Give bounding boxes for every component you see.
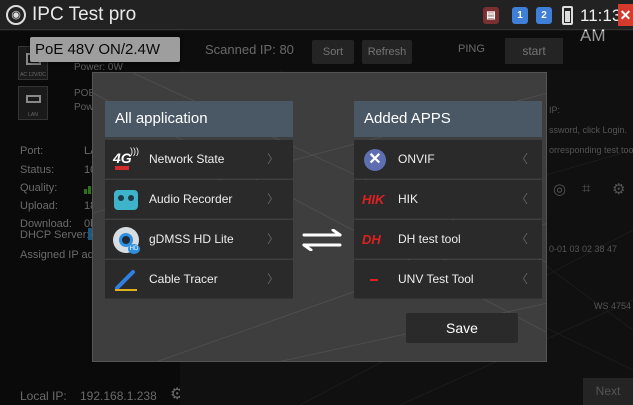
all-application-title: All application [105, 101, 293, 137]
chevron-left-icon: 〈 [515, 192, 528, 206]
unv-icon [362, 267, 388, 293]
chevron-right-icon: 〉 [266, 232, 279, 246]
all-app-item-gdmss[interactable]: HD gDMSS HD Lite 〉 [105, 220, 293, 259]
added-app-item-onvif[interactable]: ✕ ONVIF 〈 [354, 140, 542, 179]
added-app-item-unv[interactable]: UNV Test Tool 〈 [354, 260, 542, 299]
added-app-item-dh[interactable]: DH DH test tool 〈 [354, 220, 542, 259]
all-app-item-cable-tracer[interactable]: Cable Tracer 〉 [105, 260, 293, 299]
added-app-label: UNV Test Tool [398, 272, 474, 286]
close-icon[interactable]: ✕ [618, 4, 633, 26]
app-manager-dialog: All application 4G ))) Network State 〉 A… [92, 72, 547, 362]
dh-icon: DH [362, 232, 381, 247]
all-app-label: Audio Recorder [149, 192, 233, 206]
gdmss-camera-icon: HD [113, 227, 140, 254]
cable-tracer-icon [113, 267, 139, 293]
blue-square-2-icon[interactable]: 2 [536, 7, 552, 24]
onvif-icon: ✕ [362, 147, 388, 173]
chevron-right-icon: 〉 [266, 272, 279, 286]
added-app-item-hik[interactable]: HIK HIK 〈 [354, 180, 542, 219]
all-app-item-network-state[interactable]: 4G ))) Network State 〉 [105, 140, 293, 179]
4g-network-icon: 4G ))) [113, 146, 139, 173]
chevron-left-icon: 〈 [515, 152, 528, 166]
status-bar: ◉ IPC Test pro ▤ 1 2 11:13 AM ✕ [0, 0, 633, 45]
chevron-left-icon: 〈 [515, 272, 528, 286]
blue-square-1-icon[interactable]: 1 [512, 7, 528, 24]
transfer-arrows-icon[interactable] [300, 228, 344, 252]
audio-recorder-icon [113, 187, 139, 213]
app-title: IPC Test pro [32, 4, 137, 25]
added-app-label: DH test tool [398, 232, 461, 246]
added-app-label: ONVIF [398, 152, 435, 166]
battery-icon [562, 6, 573, 25]
all-app-label: gDMSS HD Lite [149, 232, 234, 246]
all-app-label: Network State [149, 152, 225, 166]
screen: ◉ IPC Test pro ▤ 1 2 11:13 AM ✕ AC 12V/D… [0, 0, 633, 405]
save-button[interactable]: Save [406, 313, 518, 343]
added-app-label: HIK [398, 192, 419, 206]
chevron-right-icon: 〉 [266, 192, 279, 206]
notification-icon[interactable]: ▤ [483, 7, 499, 24]
all-app-item-audio-recorder[interactable]: Audio Recorder 〉 [105, 180, 293, 219]
all-app-label: Cable Tracer [149, 272, 218, 286]
added-apps-panel: Added APPS ✕ ONVIF 〈 HIK HIK 〈 DH DH tes… [354, 101, 542, 299]
chevron-left-icon: 〈 [515, 232, 528, 246]
hik-icon: HIK [362, 192, 385, 207]
all-application-panel: All application 4G ))) Network State 〉 A… [105, 101, 293, 299]
added-apps-title: Added APPS [354, 101, 542, 137]
chevron-right-icon: 〉 [266, 152, 279, 166]
app-logo-icon[interactable]: ◉ [6, 5, 26, 25]
